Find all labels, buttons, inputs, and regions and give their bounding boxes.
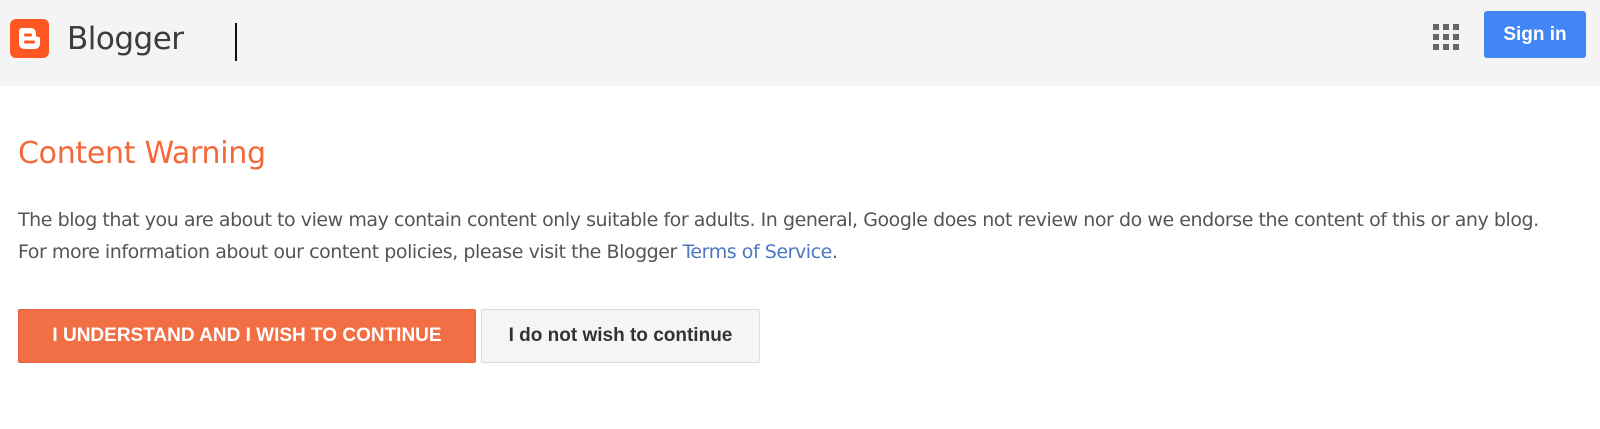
continue-button[interactable]: I UNDERSTAND AND I WISH TO CONTINUE [18,309,476,363]
warning-text-line2-suffix: . [831,241,838,263]
brand-name[interactable]: Blogger [67,17,184,61]
terms-of-service-link[interactable]: Terms of Service [683,241,833,263]
warning-text-line1: The blog that you are about to view may … [18,209,1539,231]
apps-grid-icon[interactable] [1433,24,1459,50]
page-title: Content Warning [18,136,266,171]
sign-in-button[interactable]: Sign in [1484,11,1586,58]
warning-message: The blog that you are about to view may … [18,204,1588,268]
top-bar: Blogger Sign in [0,0,1600,86]
decline-button[interactable]: I do not wish to continue [481,309,760,363]
blogger-logo-icon[interactable] [10,19,49,58]
text-cursor-divider [235,23,237,61]
warning-text-line2-prefix: For more information about our content p… [18,241,683,263]
